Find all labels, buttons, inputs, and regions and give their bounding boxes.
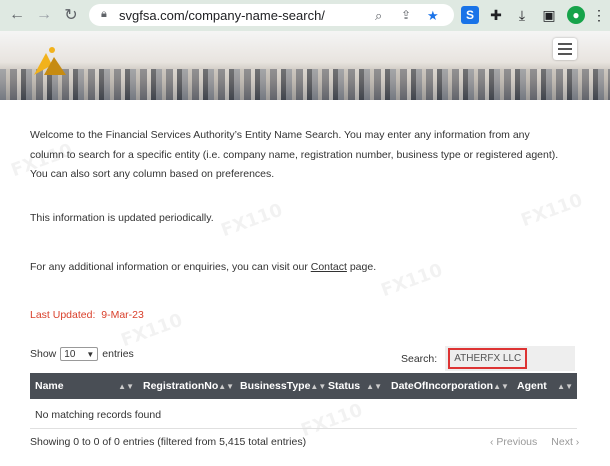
back-icon[interactable]: ←	[8, 6, 26, 24]
column-header-dateofincorporation[interactable]: DateOfIncorporation ▲▼	[386, 373, 512, 399]
contact-text: For any additional information or enquir…	[30, 261, 311, 273]
previous-button[interactable]: ‹ Previous	[490, 436, 537, 448]
next-button[interactable]: Next ›	[551, 436, 579, 448]
intro-paragraph: Welcome to the Financial Services Author…	[30, 126, 558, 185]
lock-icon: 🔒︎	[101, 8, 107, 20]
column-header-agent[interactable]: Agent ▲▼	[512, 373, 577, 399]
next-label: Next	[551, 436, 573, 448]
empty-table-message: No matching records found	[35, 409, 162, 421]
search-label: Search:	[401, 352, 438, 365]
site-logo-icon[interactable]	[32, 43, 68, 77]
sort-icon: ▲▼	[118, 381, 134, 391]
watermark: FX110	[378, 259, 446, 302]
entries-select[interactable]: 10 ▼	[60, 347, 99, 361]
avatar-icon[interactable]: ●	[567, 6, 585, 24]
watermark: FX110	[518, 189, 586, 232]
watermark: FX110	[218, 199, 286, 242]
sidebar-icon[interactable]: ▣	[540, 6, 558, 24]
site-banner	[0, 31, 610, 100]
share-icon[interactable]: ⇪	[401, 8, 411, 22]
sort-icon: ▲▼	[218, 381, 235, 391]
address-bar[interactable]: 🔒︎ svgfsa.com/company-name-search/ ⌕ ⇪ ★	[89, 4, 454, 26]
previous-label: Previous	[496, 436, 538, 448]
column-label: DateOfIncorporation	[391, 380, 494, 392]
column-label: Status	[328, 380, 361, 392]
watermark: FX110	[298, 399, 366, 442]
column-label: Name	[35, 380, 64, 392]
last-updated-value: 9-Mar-23	[101, 309, 144, 321]
pagination: ‹ Previous Next ›	[490, 436, 579, 448]
column-header-status[interactable]: Status ▲▼	[323, 373, 386, 399]
contact-link[interactable]: Contact	[311, 261, 347, 273]
browser-toolbar: ← → ↻ 🔒︎ svgfsa.com/company-name-search/…	[0, 0, 610, 31]
intro-line: column to search for a specific entity (…	[30, 148, 559, 161]
hamburger-icon[interactable]	[553, 38, 577, 60]
column-label: RegistrationNo	[143, 380, 219, 392]
sort-icon: ▲▼	[366, 381, 382, 391]
star-icon[interactable]: ★	[427, 8, 439, 24]
table-header: Name ▲▼ RegistrationNo ▲▼ BusinessType ▲▼ S…	[30, 373, 577, 399]
column-header-registrationno[interactable]: RegistrationNo ▲▼	[138, 373, 235, 399]
intro-line: You can also sort any column based on pr…	[30, 168, 275, 180]
periodic-note: This information is updated periodically…	[30, 212, 214, 224]
table-info: Showing 0 to 0 of 0 entries (filtered fr…	[30, 436, 307, 448]
sort-icon: ▲▼	[493, 381, 509, 391]
table-search: Search: ATHERFX LLC	[401, 346, 576, 371]
puzzle-icon[interactable]: ✚	[487, 6, 505, 24]
sort-icon: ▲▼	[557, 381, 573, 391]
reload-icon[interactable]: ↻	[62, 6, 80, 24]
url-text: svgfsa.com/company-name-search/	[119, 8, 325, 23]
download-icon[interactable]: ⤓	[513, 6, 531, 24]
column-header-businesstype[interactable]: BusinessType ▲▼	[235, 373, 326, 399]
entries-label: entries	[102, 348, 134, 360]
show-label: Show	[30, 348, 57, 360]
contact-text: page.	[346, 261, 377, 273]
column-label: BusinessType	[240, 380, 311, 392]
chevron-down-icon: ▼	[86, 349, 95, 359]
contact-paragraph: For any additional information or enquir…	[30, 258, 376, 278]
last-updated-label: Last Updated:	[30, 309, 96, 321]
search-input[interactable]: ATHERFX LLC	[445, 346, 576, 371]
divider	[30, 428, 577, 429]
s-extension-icon[interactable]: S	[461, 6, 479, 24]
intro-line: Welcome to the Financial Services Author…	[30, 129, 530, 141]
zoom-icon[interactable]: ⌕	[375, 8, 382, 24]
column-header-name[interactable]: Name ▲▼	[30, 373, 138, 399]
last-updated: Last Updated: 9-Mar-23	[30, 309, 144, 321]
more-icon[interactable]: ⋮	[590, 6, 608, 24]
search-value: ATHERFX LLC	[448, 348, 528, 369]
entries-value: 10	[64, 348, 76, 360]
column-label: Agent	[517, 380, 547, 392]
page-length-control: Show 10 ▼ entries	[30, 347, 134, 361]
forward-icon[interactable]: →	[35, 6, 53, 24]
